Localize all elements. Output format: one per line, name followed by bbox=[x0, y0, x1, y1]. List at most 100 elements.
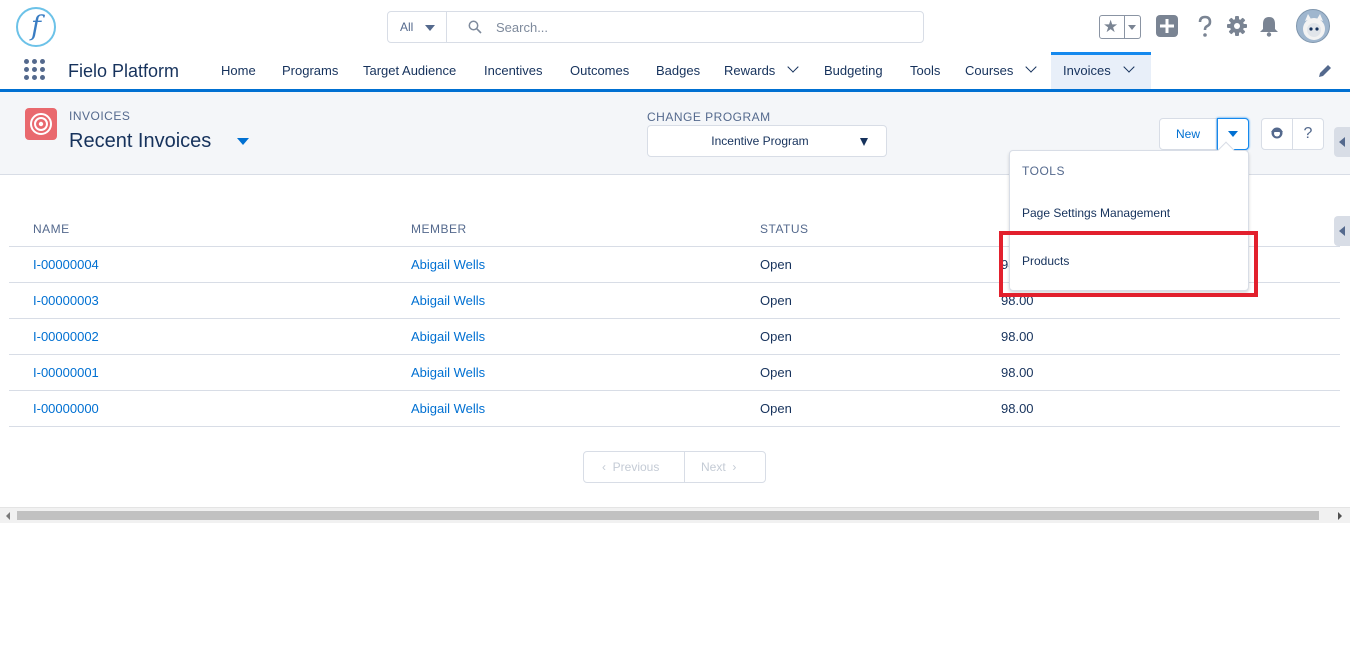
previous-label: Previous bbox=[612, 460, 660, 474]
chevron-right-icon: › bbox=[732, 460, 737, 474]
nav-item-label: Budgeting bbox=[824, 63, 883, 78]
help-button[interactable]: ? bbox=[1292, 118, 1324, 150]
object-type-label: INVOICES bbox=[69, 109, 131, 123]
fielo-logo[interactable]: f bbox=[16, 7, 56, 47]
search-scope-label: All bbox=[400, 20, 414, 34]
program-select-value: Incentive Program bbox=[711, 134, 809, 148]
next-label: Next bbox=[701, 460, 726, 474]
app-name: Fielo Platform bbox=[68, 61, 180, 81]
horizontal-scrollbar[interactable] bbox=[0, 507, 1350, 523]
status-cell: Open bbox=[760, 365, 792, 380]
member-link[interactable]: Abigail Wells bbox=[411, 319, 485, 355]
search-input[interactable] bbox=[496, 16, 916, 38]
nav-item-label: Rewards bbox=[724, 63, 776, 78]
side-panel-toggle[interactable] bbox=[1334, 216, 1350, 246]
status-cell: Open bbox=[760, 329, 792, 344]
list-view-title: Recent Invoices bbox=[69, 130, 212, 152]
next-button[interactable]: Next › bbox=[701, 452, 736, 482]
user-icon bbox=[1271, 127, 1283, 139]
nav-item-label: Programs bbox=[282, 63, 339, 78]
nav-item-target-audience[interactable]: Target Audience bbox=[363, 52, 456, 89]
chevron-down-icon[interactable] bbox=[1025, 61, 1038, 73]
invoice-name-link[interactable]: I-00000003 bbox=[33, 283, 99, 319]
nav-item-outcomes[interactable]: Outcomes bbox=[570, 52, 629, 89]
nav-item-rewards[interactable]: Rewards bbox=[724, 52, 799, 89]
invoice-name-link[interactable]: I-00000004 bbox=[33, 247, 99, 283]
invoice-name-link[interactable]: I-00000000 bbox=[33, 391, 99, 427]
nav-item-home[interactable]: Home bbox=[221, 52, 256, 89]
member-link[interactable]: Abigail Wells bbox=[411, 391, 485, 427]
chevron-down-icon bbox=[860, 138, 868, 146]
search-icon bbox=[468, 20, 482, 34]
chevron-down-icon bbox=[1128, 25, 1136, 30]
table-row: I-00000000 Abigail Wells Open 98.00 bbox=[9, 391, 1340, 427]
chevron-left-icon bbox=[1339, 137, 1345, 147]
favorites-button[interactable]: ★ bbox=[1099, 15, 1141, 39]
member-link[interactable]: Abigail Wells bbox=[411, 247, 485, 283]
avatar[interactable] bbox=[1296, 9, 1330, 43]
nav-item-label: Outcomes bbox=[570, 63, 630, 78]
pagination: ‹ Previous Next › bbox=[583, 451, 766, 483]
list-view-switcher-icon[interactable] bbox=[237, 138, 249, 145]
menu-item-page-settings-management[interactable]: Page Settings Management bbox=[1010, 197, 1248, 229]
edit-pencil-icon[interactable] bbox=[1317, 63, 1333, 79]
member-link[interactable]: Abigail Wells bbox=[411, 283, 485, 319]
table-row: I-00000001 Abigail Wells Open 98.00 bbox=[9, 355, 1340, 391]
star-icon: ★ bbox=[1103, 17, 1119, 36]
astro-avatar-icon bbox=[1303, 14, 1325, 40]
nav-item-label: Badges bbox=[656, 63, 701, 78]
nav-item-label: Tools bbox=[910, 63, 941, 78]
scrollbar-thumb[interactable] bbox=[17, 511, 1319, 520]
highlight-annotation-box bbox=[999, 231, 1258, 297]
global-search: All bbox=[387, 11, 924, 43]
side-panel-toggle[interactable] bbox=[1334, 127, 1350, 157]
column-header-name[interactable]: NAME bbox=[33, 212, 70, 246]
column-header-status[interactable]: STATUS bbox=[760, 212, 809, 246]
nav-item-programs[interactable]: Programs bbox=[282, 52, 338, 89]
status-cell: Open bbox=[760, 293, 792, 308]
invoice-name-link[interactable]: I-00000001 bbox=[33, 355, 99, 391]
chevron-down-icon bbox=[1228, 131, 1238, 137]
chevron-left-icon bbox=[1339, 226, 1345, 236]
plus-icon[interactable] bbox=[1155, 14, 1179, 38]
setup-gear-icon[interactable] bbox=[1225, 14, 1249, 38]
chevron-down-icon[interactable] bbox=[1123, 61, 1135, 73]
nav-item-courses[interactable]: Courses bbox=[965, 52, 1038, 89]
user-view-button[interactable] bbox=[1261, 118, 1293, 150]
scroll-left-arrow-icon[interactable] bbox=[6, 512, 10, 520]
search-scope-dropdown[interactable]: All bbox=[388, 12, 447, 42]
global-header: f All ★ bbox=[0, 0, 1350, 52]
column-header-member[interactable]: MEMBER bbox=[411, 212, 467, 246]
chevron-down-icon bbox=[425, 25, 435, 31]
nav-item-label: Invoices bbox=[1063, 63, 1111, 78]
nav-item-label: Home bbox=[221, 63, 256, 78]
invoice-name-link[interactable]: I-00000002 bbox=[33, 319, 99, 355]
notification-bell-icon[interactable] bbox=[1257, 14, 1281, 38]
program-select[interactable]: Incentive Program bbox=[647, 125, 887, 157]
navigation-bar: Fielo Platform Home Programs Target Audi… bbox=[0, 52, 1350, 89]
logo-letter: f bbox=[31, 11, 41, 42]
previous-button[interactable]: ‹ Previous bbox=[602, 452, 659, 482]
chevron-down-icon[interactable] bbox=[787, 61, 799, 73]
nav-item-incentives[interactable]: Incentives bbox=[484, 52, 543, 89]
status-cell: Open bbox=[760, 257, 792, 272]
new-button[interactable]: New bbox=[1159, 118, 1217, 150]
app-launcher-icon[interactable] bbox=[24, 59, 46, 81]
nav-item-label: Incentives bbox=[484, 63, 543, 78]
nav-item-label: Courses bbox=[965, 63, 1014, 78]
amount-cell: 98.00 bbox=[1001, 401, 1034, 416]
scroll-right-arrow-icon[interactable] bbox=[1338, 512, 1342, 520]
amount-cell: 98.00 bbox=[1001, 329, 1034, 344]
status-cell: Open bbox=[760, 401, 792, 416]
nav-item-budgeting[interactable]: Budgeting bbox=[824, 52, 883, 89]
change-program-label: CHANGE PROGRAM bbox=[647, 110, 771, 124]
nav-item-label: Target Audience bbox=[363, 63, 457, 78]
nav-item-tools[interactable]: Tools bbox=[910, 52, 940, 89]
table-row: I-00000002 Abigail Wells Open 98.00 bbox=[9, 319, 1340, 355]
nav-item-badges[interactable]: Badges bbox=[656, 52, 700, 89]
invoice-object-icon bbox=[25, 108, 57, 140]
nav-item-invoices[interactable]: Invoices bbox=[1051, 52, 1151, 89]
member-link[interactable]: Abigail Wells bbox=[411, 355, 485, 391]
menu-section-header: TOOLS bbox=[1022, 164, 1065, 178]
help-icon[interactable] bbox=[1193, 14, 1217, 38]
